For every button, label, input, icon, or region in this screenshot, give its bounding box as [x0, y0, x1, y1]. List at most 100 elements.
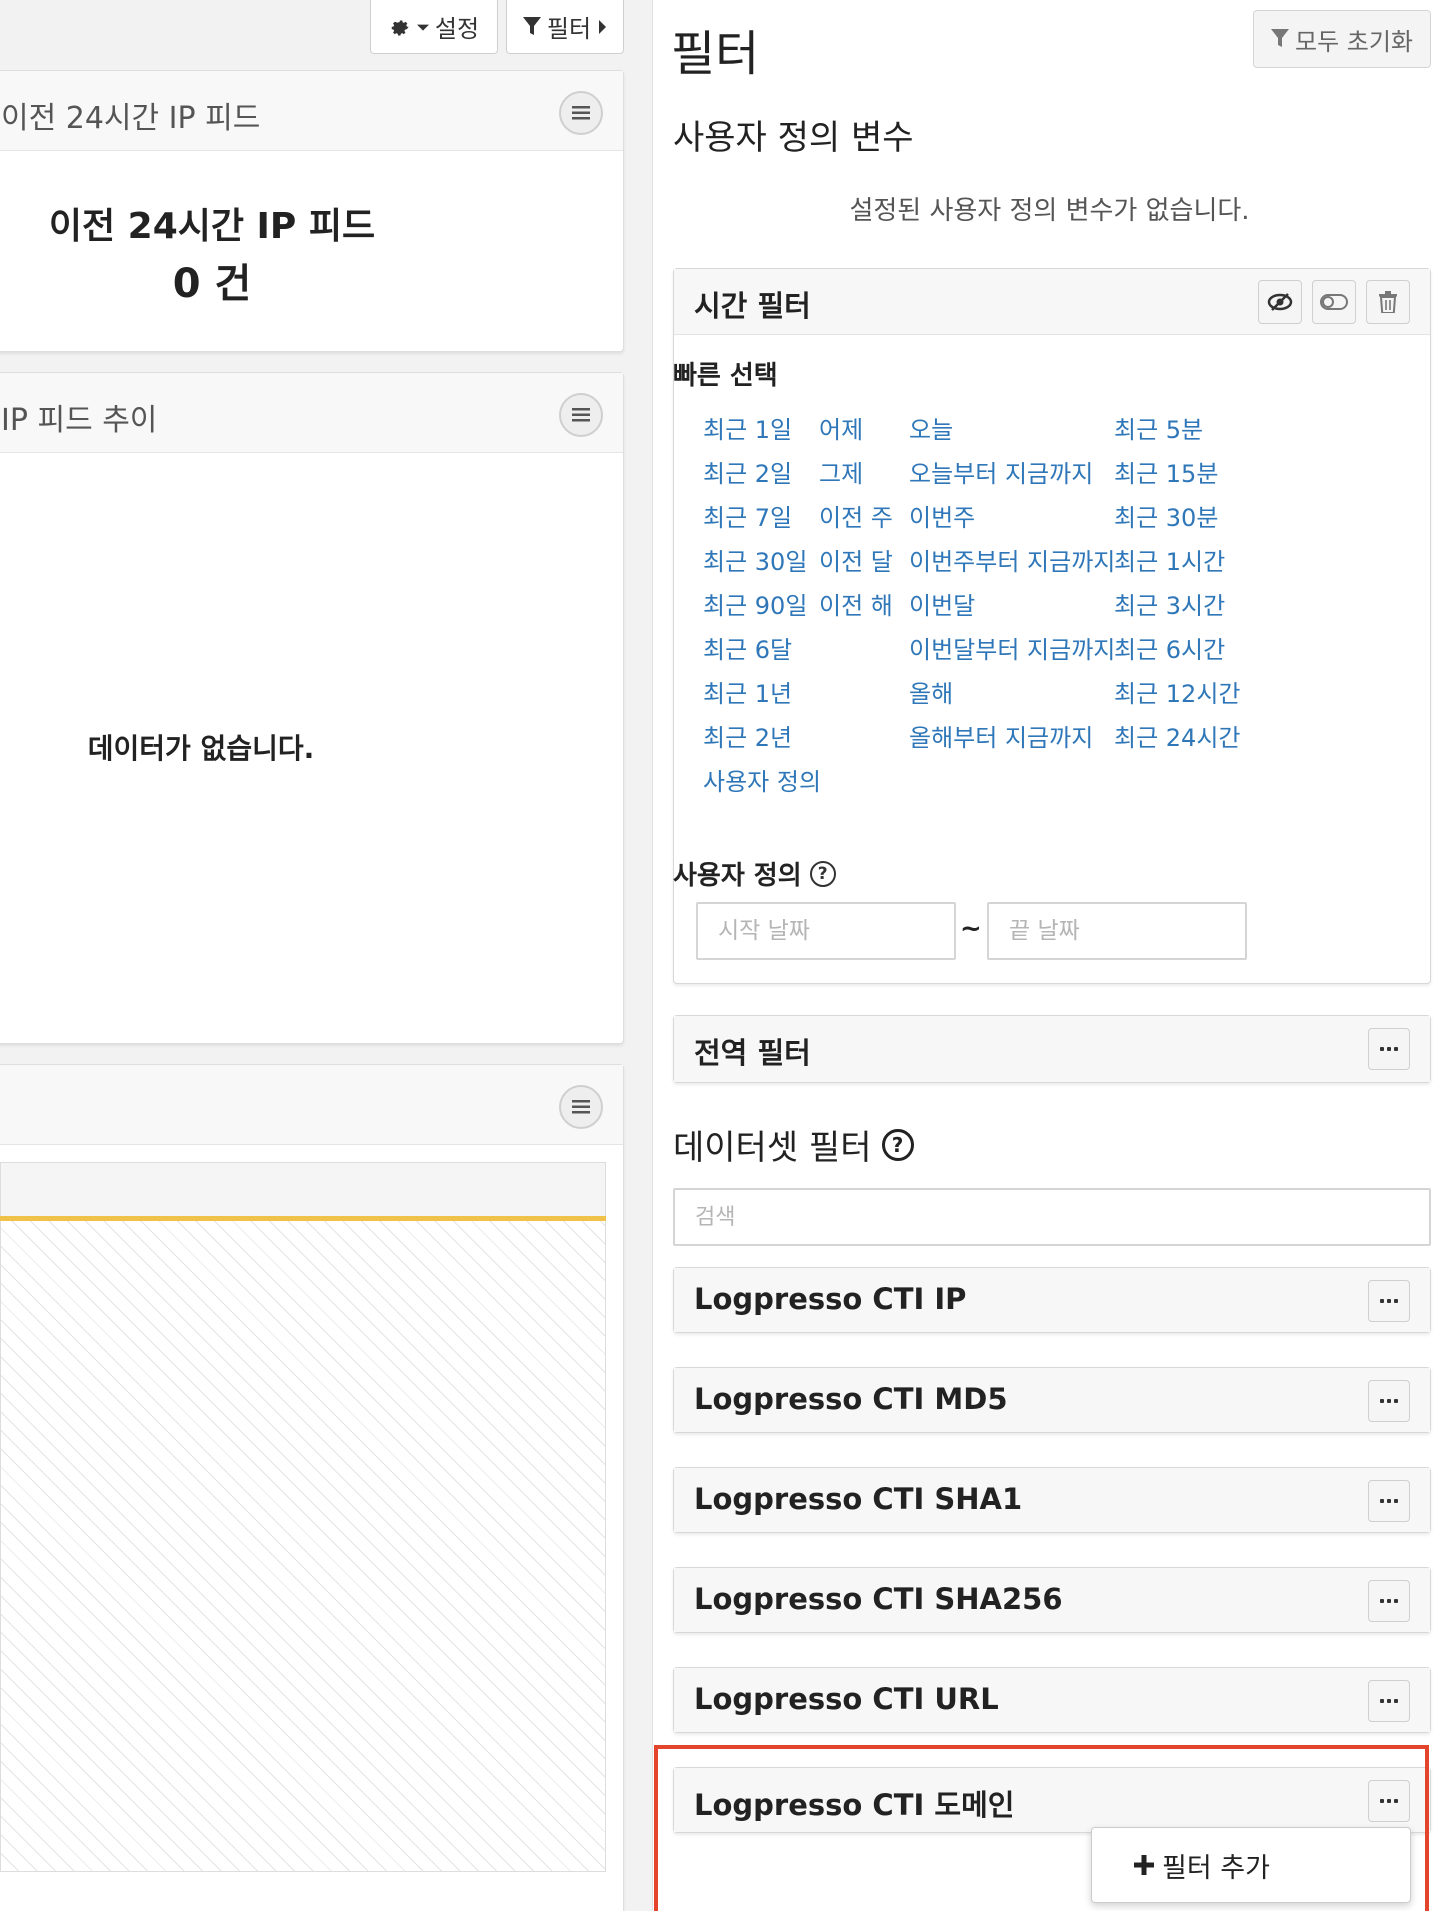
- global-filter-box: 전역 필터: [673, 1015, 1431, 1083]
- funnel-icon: [522, 16, 541, 35]
- panel-header: [0, 1065, 623, 1145]
- dataset-filter-item: Logpresso CTI URL: [673, 1667, 1431, 1733]
- settings-label: 설정: [434, 15, 480, 43]
- range-separator: ~: [960, 914, 982, 944]
- filter-toggle-button[interactable]: 필터: [506, 0, 624, 54]
- quick-select-link[interactable]: 최근 2년: [703, 718, 792, 753]
- custom-range-label: 사용자 정의: [673, 861, 802, 891]
- quick-select-link[interactable]: 최근 30일: [703, 542, 807, 577]
- toggle-icon: [1320, 294, 1348, 310]
- more-options-button[interactable]: [1368, 1380, 1410, 1422]
- dataset-filter-header: Logpresso CTI IP: [674, 1268, 1430, 1332]
- quick-select-link[interactable]: 이전 주: [819, 498, 893, 533]
- panel-title: IP 피드 추이: [1, 403, 158, 438]
- quick-select-link[interactable]: 최근 1년: [703, 674, 792, 709]
- quick-select-link[interactable]: 최근 1일: [703, 410, 792, 445]
- quick-select-link[interactable]: 오늘: [909, 410, 953, 445]
- dataset-filter-header: Logpresso CTI MD5: [674, 1368, 1430, 1432]
- quick-select-link[interactable]: 최근 90일: [703, 586, 807, 621]
- dataset-filter-name: Logpresso CTI MD5: [694, 1382, 1008, 1416]
- dataset-filter-name: Logpresso CTI IP: [694, 1282, 967, 1316]
- dataset-filter-item: Logpresso CTI SHA256: [673, 1567, 1431, 1633]
- quick-select-link[interactable]: 이전 달: [819, 542, 893, 577]
- reset-all-label: 모두 초기화: [1294, 27, 1414, 56]
- ip-feed-24h-panel: 이전 24시간 IP 피드 이전 24시간 IP 피드 0 건: [0, 70, 624, 352]
- panel-title: 이전 24시간 IP 피드: [1, 101, 261, 136]
- dataset-filter-header: Logpresso CTI URL: [674, 1668, 1430, 1732]
- dataset-search-input[interactable]: [673, 1188, 1431, 1246]
- caret-down-icon: [416, 24, 429, 31]
- quick-select-link[interactable]: 최근 30분: [1114, 498, 1218, 533]
- quick-select-link[interactable]: 최근 15분: [1114, 454, 1218, 489]
- dataset-filter-header: Logpresso CTI SHA1: [674, 1468, 1430, 1532]
- more-options-button[interactable]: [1368, 1580, 1410, 1622]
- panel-menu-button[interactable]: [559, 91, 603, 135]
- quick-select-link[interactable]: 이번주부터 지금까지: [909, 542, 1115, 577]
- dataset-filter-name: Logpresso CTI SHA1: [694, 1482, 1023, 1516]
- quick-select-link[interactable]: 최근 7일: [703, 498, 792, 533]
- metric-value: 0 건: [172, 261, 252, 307]
- ellipsis-icon: [1380, 1599, 1398, 1603]
- quick-select-link[interactable]: 오늘부터 지금까지: [909, 454, 1093, 489]
- delete-button[interactable]: [1366, 280, 1410, 324]
- question-circle-icon[interactable]: ?: [881, 1128, 914, 1161]
- quick-select-link[interactable]: 사용자 정의: [703, 762, 821, 797]
- ip-feed-trend-panel: IP 피드 추이 데이터가 없습니다.: [0, 372, 624, 1044]
- global-filter-title: 전역 필터: [694, 1036, 811, 1070]
- quick-select-link[interactable]: 최근 12시간: [1114, 674, 1241, 709]
- quick-select-title: 빠른 선택: [673, 361, 778, 391]
- end-date-input[interactable]: [987, 902, 1247, 960]
- quick-select-link[interactable]: 이번달부터 지금까지: [909, 630, 1115, 665]
- quick-select-link[interactable]: 최근 1시간: [1114, 542, 1225, 577]
- quick-select-link[interactable]: 올해부터 지금까지: [909, 718, 1093, 753]
- enable-toggle-button[interactable]: [1312, 280, 1356, 324]
- filter-toggle-label: 필터: [546, 15, 592, 43]
- dataset-filter-name: Logpresso CTI URL: [694, 1682, 999, 1716]
- funnel-icon: [1270, 29, 1289, 47]
- quick-select-link[interactable]: 어제: [819, 410, 863, 445]
- quick-select-link[interactable]: 최근 6시간: [1114, 630, 1225, 665]
- filter-panel-title: 필터: [671, 26, 760, 82]
- dataset-filter-item: Logpresso CTI SHA1: [673, 1467, 1431, 1533]
- quick-select-link[interactable]: 이번주: [909, 498, 975, 533]
- panel-header: IP 피드 추이: [0, 373, 623, 453]
- dataset-filter-header: Logpresso CTI SHA256: [674, 1568, 1430, 1632]
- dataset-filter-item: Logpresso CTI IP: [673, 1267, 1431, 1333]
- more-options-button[interactable]: [1368, 1028, 1410, 1070]
- quick-select-link[interactable]: 올해: [909, 674, 953, 709]
- global-filter-header: 전역 필터: [674, 1016, 1430, 1082]
- no-data-message: 데이터가 없습니다.: [87, 732, 315, 765]
- quick-select-link[interactable]: 최근 5분: [1114, 410, 1203, 445]
- visibility-toggle-button[interactable]: [1258, 280, 1302, 324]
- hamburger-icon: [572, 1100, 590, 1114]
- quick-select-link[interactable]: 이번달: [909, 586, 975, 621]
- start-date-input[interactable]: [696, 902, 956, 960]
- quick-select-link[interactable]: 최근 6달: [703, 630, 792, 665]
- reset-all-button[interactable]: 모두 초기화: [1253, 10, 1431, 68]
- quick-select-link[interactable]: 최근 24시간: [1114, 718, 1241, 753]
- more-options-button[interactable]: [1368, 1680, 1410, 1722]
- hamburger-icon: [572, 106, 590, 120]
- settings-button[interactable]: 설정: [370, 0, 498, 54]
- custom-range-title: 사용자 정의 ?: [673, 855, 836, 892]
- quick-select-link[interactable]: 최근 3시간: [1114, 586, 1225, 621]
- quick-select-link[interactable]: 그제: [819, 454, 863, 489]
- panel-menu-button[interactable]: [559, 393, 603, 437]
- trash-icon: [1379, 291, 1397, 313]
- plus-icon: [1134, 1855, 1154, 1875]
- quick-select-link[interactable]: 최근 2일: [703, 454, 792, 489]
- add-filter-menu-item[interactable]: 필터 추가: [1091, 1827, 1411, 1903]
- more-options-button[interactable]: [1368, 1480, 1410, 1522]
- panel-menu-button[interactable]: [559, 1085, 603, 1129]
- gear-icon: [391, 19, 409, 36]
- eye-slash-icon: [1267, 293, 1293, 311]
- metric-title: 이전 24시간 IP 피드: [48, 206, 376, 247]
- dashboard-area: 설정 필터 이전 24시간 IP 피드 이전 24시간 IP 피드 0 건 IP…: [0, 0, 652, 1911]
- ellipsis-icon: [1380, 1299, 1398, 1303]
- chart-header-strip: [0, 1162, 606, 1218]
- question-circle-icon[interactable]: ?: [809, 860, 836, 887]
- quick-select-link[interactable]: 이전 해: [819, 586, 893, 621]
- dataset-filter-item: Logpresso CTI MD5: [673, 1367, 1431, 1433]
- dataset-filter-label: 데이터셋 필터: [673, 1128, 872, 1168]
- more-options-button[interactable]: [1368, 1280, 1410, 1322]
